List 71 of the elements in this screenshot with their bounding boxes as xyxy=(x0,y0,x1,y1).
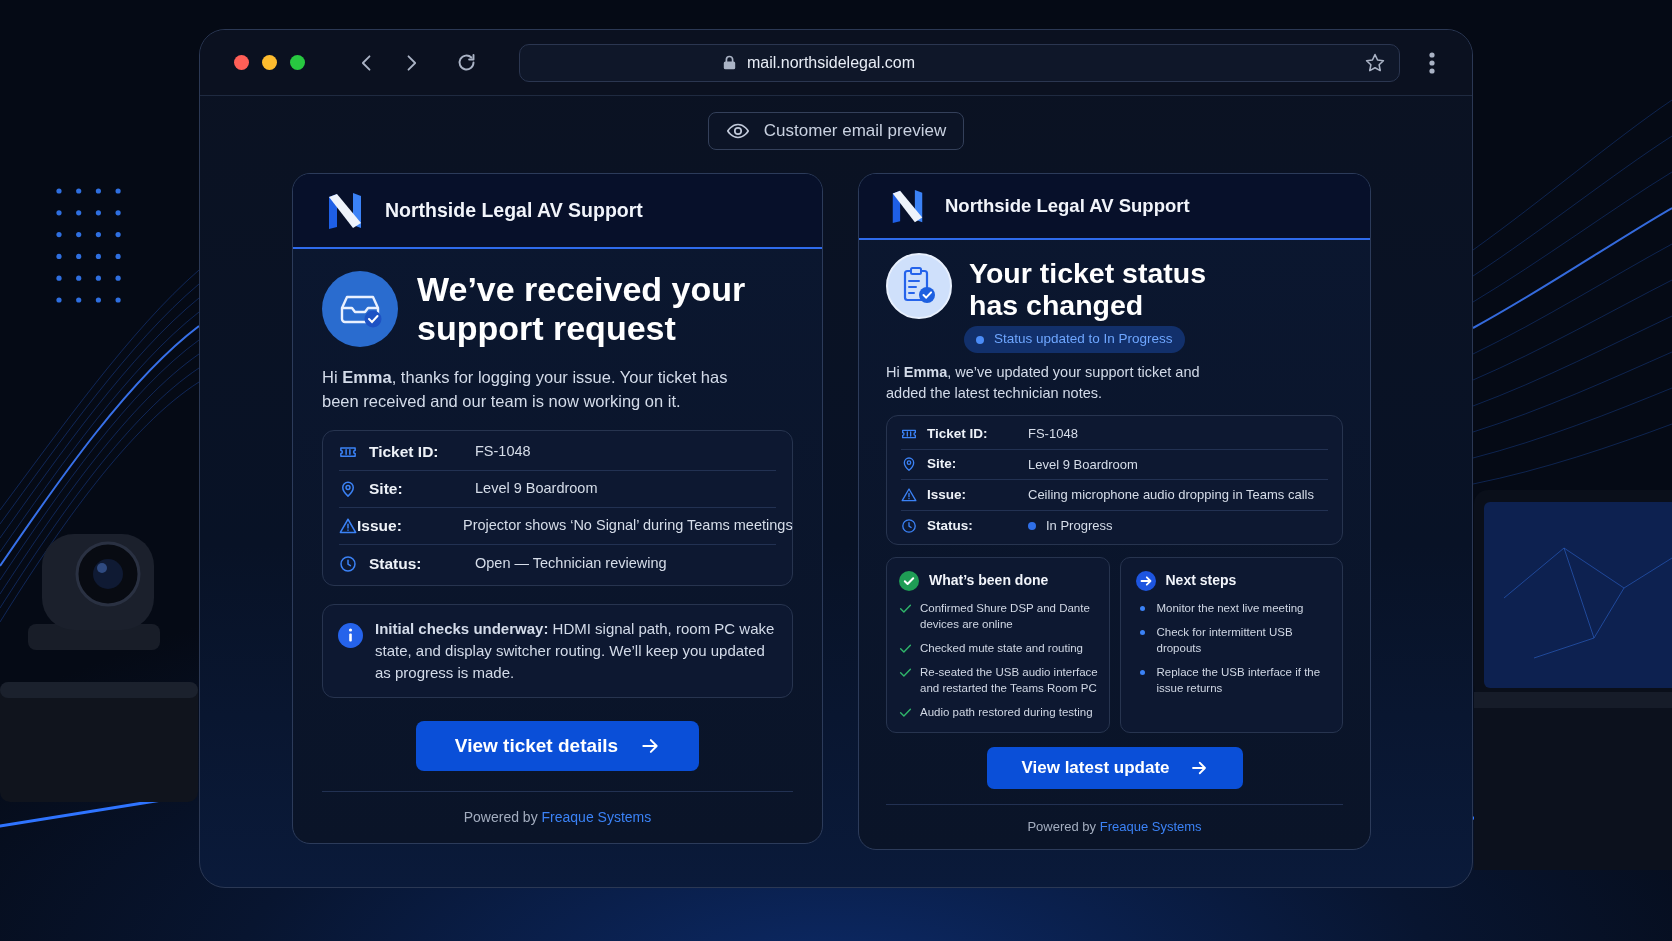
bullet-icon xyxy=(1139,605,1145,611)
clipboard-check-icon xyxy=(886,253,952,319)
brand-name: Northside Legal AV Support xyxy=(945,194,1190,219)
check-icon xyxy=(899,642,912,655)
preview-toggle[interactable]: Customer email preview xyxy=(707,112,965,150)
list-item-text: Monitor the next live meeting xyxy=(1156,601,1304,616)
notice-text: Initial checks underway: HDMI signal path, room PC wake state, and display switcher routing. We’ll keep you updated as progress is made. xyxy=(375,619,776,683)
location-pin-icon xyxy=(901,456,917,473)
list-item-text: Replace the USB interface if the issue returns xyxy=(1156,665,1322,696)
footer-link[interactable]: Freaque Systems xyxy=(1099,819,1202,834)
window-control-icon[interactable] xyxy=(262,55,277,70)
status-update-text: Status updated to In Progress xyxy=(994,330,1173,349)
lock-icon xyxy=(723,55,736,70)
footer-text: Powered by Freaque Systems xyxy=(1026,818,1203,836)
warning-icon xyxy=(339,517,357,535)
list-item-text: Checked mute state and routing xyxy=(920,641,1084,656)
list-item-text: Check for intermittent USB dropouts xyxy=(1156,625,1294,656)
detail-value: Ceiling microphone audio dropping in Teams calls xyxy=(1028,486,1314,504)
email-heading: We’ve received your support request xyxy=(417,270,747,348)
check-icon xyxy=(899,666,912,679)
detail-value: Open — Technician reviewing xyxy=(475,553,667,573)
list-item-text: Re-seated the USB audio interface and restarted the Teams Room PC xyxy=(920,665,1099,696)
check-circle-icon xyxy=(899,570,919,591)
detail-value: Level 9 Boardroom xyxy=(475,479,598,499)
detail-label: Ticket ID: xyxy=(369,442,440,463)
detail-value: Level 9 Boardroom xyxy=(1028,455,1138,474)
clock-icon xyxy=(339,554,357,573)
detail-value: FS-1048 xyxy=(475,442,531,462)
logo-icon xyxy=(326,191,364,230)
list-item-text: Confirmed Shure DSP and Dante devices are online xyxy=(920,601,1091,632)
info-icon xyxy=(338,623,363,648)
detail-label: Issue: xyxy=(357,516,403,537)
footer-link[interactable]: Freaque Systems xyxy=(541,809,652,825)
window-control-icon[interactable] xyxy=(290,55,305,70)
detail-value: Projector shows ‘No Signal’ during Teams meetings xyxy=(463,516,793,536)
star-icon[interactable] xyxy=(1364,51,1386,74)
detail-label: Ticket ID: xyxy=(927,424,989,443)
reload-icon[interactable] xyxy=(456,52,477,73)
panel-title: What’s been done xyxy=(929,571,1049,590)
detail-label: Status: xyxy=(927,516,974,535)
panel-title: Next steps xyxy=(1165,571,1237,590)
detail-label: Issue: xyxy=(927,485,968,504)
url-text: mail.northsidelegal.com xyxy=(747,52,916,73)
action-button[interactable]: View ticket details xyxy=(416,721,699,771)
arrow-circle-icon xyxy=(1135,570,1156,591)
clock-icon xyxy=(901,517,917,534)
inbox-check-icon xyxy=(322,271,398,347)
url-field[interactable]: mail.northsidelegal.com xyxy=(519,43,1400,82)
list-item-text: Audio path restored during testing xyxy=(920,705,1093,720)
detail-label: Site: xyxy=(927,455,958,474)
check-icon xyxy=(899,602,912,615)
status-dot-icon xyxy=(976,335,984,344)
location-pin-icon xyxy=(339,480,357,498)
detail-value: FS-1048 xyxy=(1028,425,1078,443)
warning-icon xyxy=(901,486,917,503)
intro-text: Hi Emma, thanks for logging your issue. Your ticket has been received and our team is now working on it. xyxy=(322,367,729,412)
menu-icon[interactable] xyxy=(1429,51,1435,74)
intro-text: Hi Emma, we’ve updated your support ticket and added the latest technician notes. xyxy=(886,363,1201,403)
footer-text: Powered by Freaque Systems xyxy=(462,808,653,827)
bullet-icon xyxy=(1139,669,1145,675)
window-control-icon[interactable] xyxy=(234,55,249,70)
check-icon xyxy=(899,706,912,719)
bullet-icon xyxy=(1139,629,1145,635)
arrow-right-icon xyxy=(1189,759,1208,777)
logo-icon xyxy=(890,188,925,224)
detail-label: Status: xyxy=(369,553,423,574)
detail-label: Site: xyxy=(369,479,404,500)
action-button[interactable]: View latest update xyxy=(986,747,1243,789)
email-heading: Your ticket status has changed xyxy=(969,257,1208,321)
detail-value: In Progress xyxy=(1046,517,1113,535)
brand-name: Northside Legal AV Support xyxy=(385,197,643,223)
